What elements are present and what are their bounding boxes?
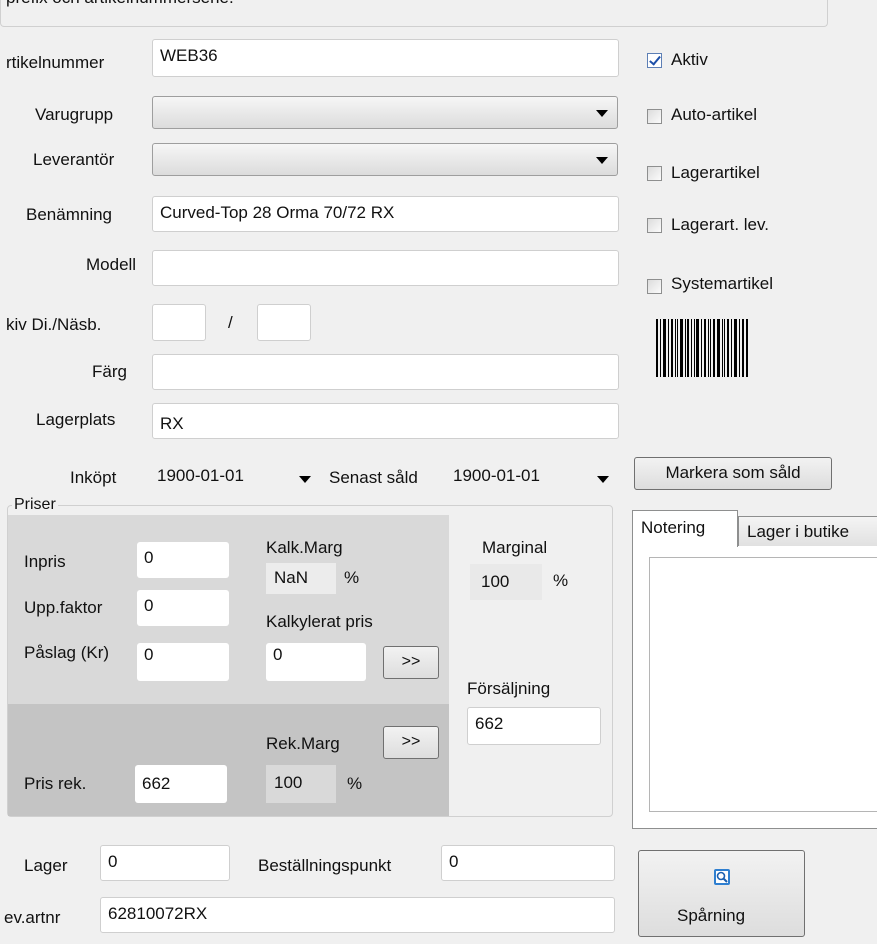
senast-sald-datepicker[interactable]: 1900-01-01	[453, 466, 621, 490]
lagerartikel-checkbox[interactable]	[647, 166, 662, 181]
senast-sald-label: Senast såld	[329, 468, 418, 487]
varugrupp-select[interactable]	[152, 96, 618, 129]
benamning-label: Benämning	[26, 205, 113, 224]
sparning-button[interactable]: Spårning	[638, 850, 805, 937]
inkopt-datepicker[interactable]: 1900-01-01	[157, 466, 325, 490]
inpris-input[interactable]: 0	[137, 542, 229, 578]
marginal-unit: %	[553, 571, 569, 590]
inpris-label: Inpris	[24, 552, 66, 571]
dinasb-label: kiv Di./Näsb.	[6, 315, 102, 334]
priser-title: Priser	[12, 496, 58, 514]
kalk-marg-label: Kalk.Marg	[266, 538, 343, 557]
kalkylerat-pris-input[interactable]: 0	[266, 643, 366, 681]
lagerart-lev-label: Lagerart. lev.	[671, 215, 769, 234]
rek-marg-unit: %	[347, 774, 363, 793]
kalkylerat-pris-label: Kalkylerat pris	[266, 612, 373, 631]
uppfaktor-label: Upp.faktor	[24, 598, 103, 617]
rek-marg-label: Rek.Marg	[266, 734, 340, 753]
senast-sald-value: 1900-01-01	[453, 466, 540, 485]
bestallningspunkt-input[interactable]: 0	[441, 845, 615, 881]
tab-notering[interactable]: Notering	[632, 510, 738, 547]
di-input[interactable]	[152, 304, 206, 341]
marginal-value: 100	[470, 564, 542, 600]
leverantor-select[interactable]	[152, 143, 618, 176]
nasb-input[interactable]	[257, 304, 311, 341]
systemartikel-label: Systemartikel	[671, 274, 774, 293]
pris-rek-input[interactable]: 662	[135, 765, 227, 803]
kalkylerat-apply-button[interactable]: >>	[383, 646, 439, 679]
pris-rek-label: Pris rek.	[24, 774, 87, 793]
modell-input[interactable]	[152, 250, 619, 286]
inkopt-value: 1900-01-01	[157, 466, 244, 485]
dinasb-separator: /	[228, 313, 233, 332]
lagerart-lev-checkbox[interactable]	[647, 218, 662, 233]
marginal-label: Marginal	[482, 538, 548, 557]
rek-marg-apply-button[interactable]: >>	[383, 726, 439, 759]
benamning-input[interactable]: Curved-Top 28 Orma 70/72 RX	[152, 196, 619, 232]
paslag-input[interactable]: 0	[137, 643, 229, 681]
aktiv-label: Aktiv	[671, 50, 708, 69]
kalk-marg-unit: %	[344, 568, 360, 587]
levartnr-input[interactable]: 62810072RX	[100, 897, 615, 933]
lagerplats-input[interactable]: RX	[152, 403, 619, 439]
farg-input[interactable]	[152, 354, 619, 390]
sparning-label: Spårning	[677, 906, 746, 925]
paslag-label: Påslag (Kr)	[24, 643, 110, 662]
notering-textarea[interactable]	[649, 557, 877, 812]
uppfaktor-input[interactable]: 0	[137, 590, 229, 626]
lagerartikel-label: Lagerartikel	[671, 163, 760, 182]
kalk-marg-value: NaN	[266, 563, 336, 594]
levartnr-label: ev.artnr	[4, 908, 61, 927]
farg-label: Färg	[92, 362, 127, 381]
forsaljning-label: Försäljning	[467, 679, 551, 698]
tab-lager-i-butik[interactable]: Lager i butike	[738, 516, 877, 546]
magnifier-icon	[714, 869, 730, 885]
lager-input[interactable]: 0	[100, 845, 230, 881]
leverantor-label: Leverantör	[33, 150, 115, 169]
tab-notering-label: Notering	[641, 518, 706, 537]
auto-artikel-checkbox[interactable]	[647, 109, 662, 124]
systemartikel-checkbox[interactable]	[647, 279, 662, 294]
chevron-down-icon	[596, 157, 608, 164]
aktiv-checkbox[interactable]	[647, 53, 662, 68]
chevron-down-icon	[597, 476, 609, 483]
lagerplats-label: Lagerplats	[36, 410, 116, 429]
bestallningspunkt-label: Beställningspunkt	[258, 856, 392, 875]
artikelnummer-label: rtikelnummer	[6, 53, 105, 72]
priser-rek-panel	[8, 704, 449, 816]
varugrupp-label: Varugrupp	[35, 105, 114, 124]
markera-som-sald-button[interactable]: Markera som såld	[634, 457, 832, 490]
auto-artikel-label: Auto-artikel	[671, 105, 757, 124]
artikelnummer-input[interactable]: WEB36	[152, 39, 619, 77]
chevron-down-icon	[596, 110, 608, 117]
lager-label: Lager	[24, 856, 68, 875]
modell-label: Modell	[86, 255, 137, 274]
forsaljning-input[interactable]: 662	[467, 707, 601, 745]
header-text: prefix och artikelnummerserie.	[6, 0, 234, 8]
inkopt-label: Inköpt	[70, 468, 117, 487]
barcode-icon	[656, 319, 748, 377]
rek-marg-value: 100	[266, 765, 336, 803]
chevron-down-icon	[299, 476, 311, 483]
tab-lager-i-butik-label: Lager i butike	[747, 522, 850, 541]
